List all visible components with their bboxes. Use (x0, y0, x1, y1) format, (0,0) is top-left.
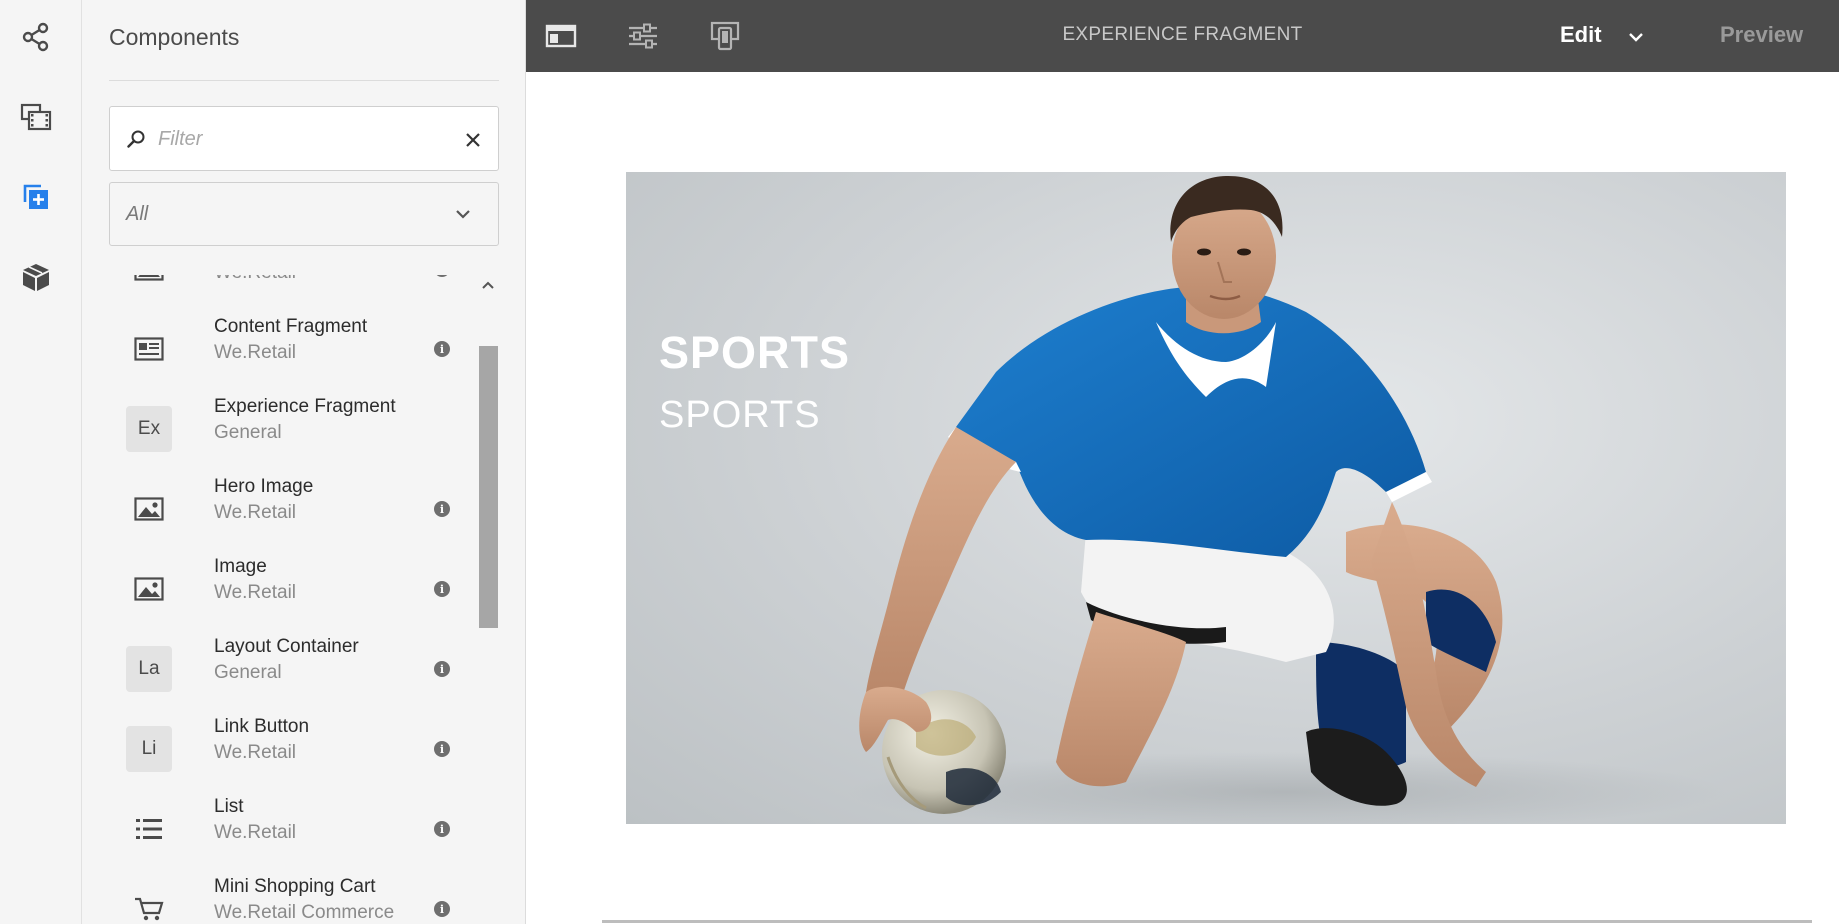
component-list[interactable]: Image SpaWe.RetailiContent FragmentWe.Re… (82, 275, 526, 924)
component-name: List (214, 796, 244, 817)
assets-icon (20, 103, 52, 131)
component-group: We.Retail (214, 275, 296, 284)
component-name: Layout Container (214, 636, 359, 657)
component-list-item[interactable]: La Layout Container General i (82, 630, 482, 710)
component-group: General (214, 662, 282, 683)
component-name: Hero Image (214, 476, 314, 497)
hero-image-component[interactable]: SPORTS SPORTS (626, 172, 1786, 824)
chevron-down-icon (454, 205, 472, 228)
component-group: General (214, 422, 282, 443)
scrollbar-thumb[interactable] (479, 346, 498, 628)
component-group: We.Retail Commerce (214, 902, 395, 923)
component-list-item[interactable]: Content Fragment We.Retail i (82, 310, 482, 390)
content-tree-icon (23, 264, 49, 291)
component-group-select[interactable]: All (109, 182, 499, 246)
info-icon[interactable]: i (434, 275, 450, 277)
info-icon[interactable]: i (434, 821, 450, 837)
component-name: Content Fragment (214, 316, 368, 337)
component-name: Experience Fragment (214, 396, 396, 417)
search-icon (126, 129, 146, 154)
component-abbreviation-badge: La (126, 646, 172, 692)
panel-title: Components (109, 24, 240, 50)
filter-input[interactable] (158, 121, 438, 157)
share-icon (22, 22, 49, 52)
component-list-item[interactable]: Mini Shopping Cart We.Retail Commerce i (82, 870, 482, 924)
scroll-up-button[interactable] (478, 275, 498, 295)
component-name: Link Button (214, 716, 310, 737)
close-icon (466, 133, 480, 147)
chevron-up-icon (482, 281, 494, 289)
image-icon (126, 275, 172, 292)
info-icon[interactable]: i (434, 501, 450, 517)
component-group: We.Retail (214, 742, 297, 763)
editor-canvas: SPORTS SPORTS (526, 72, 1839, 924)
chevron-down-icon[interactable] (1628, 30, 1644, 48)
component-list-item[interactable]: List We.Retail i (82, 790, 482, 870)
component-group: We.Retail (214, 502, 297, 523)
components-icon (23, 184, 48, 209)
hero-title: SPORTS (659, 327, 851, 378)
components-panel: Components All (82, 0, 526, 924)
rail-assets-button[interactable] (16, 97, 56, 137)
clear-filter-button[interactable] (462, 129, 484, 151)
component-list-item[interactable]: Image SpaWe.Retaili (82, 275, 482, 310)
component-abbreviation-badge: Ex (126, 406, 172, 452)
component-name: Image (214, 556, 267, 577)
app-window: Components All (0, 0, 1839, 924)
mode-selector-button[interactable]: Edit (1560, 22, 1602, 48)
info-icon[interactable]: i (434, 341, 450, 357)
info-icon[interactable]: i (434, 581, 450, 597)
component-list-item[interactable]: Ex Experience Fragment General (82, 390, 482, 470)
image-icon (126, 566, 172, 612)
info-icon[interactable]: i (434, 661, 450, 677)
component-list-item[interactable]: Hero Image We.Retail i (82, 470, 482, 550)
rail-components-button[interactable] (16, 177, 56, 217)
filter-field (109, 106, 499, 171)
hero-photo (846, 175, 1726, 824)
component-group: We.Retail (214, 582, 297, 603)
component-abbreviation-badge: Li (126, 726, 172, 772)
editor-toolbar: EXPERIENCE FRAGMENT Edit Preview (526, 0, 1839, 72)
rail-content-tree-button[interactable] (16, 257, 56, 297)
cart-icon (126, 886, 172, 924)
list-icon (126, 806, 172, 852)
info-icon[interactable]: i (434, 741, 450, 757)
component-list-item[interactable]: Li Link Button We.Retail i (82, 710, 482, 790)
component-group-value: All (126, 203, 149, 225)
rail-share-button[interactable] (16, 17, 56, 57)
content-fragment-icon (126, 326, 172, 372)
preview-button[interactable]: Preview (1720, 22, 1803, 48)
component-name: Mini Shopping Cart (214, 876, 376, 897)
component-list-item[interactable]: Image We.Retail i (82, 550, 482, 630)
image-icon (126, 486, 172, 532)
component-group: We.Retail (214, 822, 297, 843)
component-group: We.Retail (214, 342, 297, 363)
canvas-divider (602, 920, 1812, 923)
hero-subtitle: SPORTS (659, 394, 821, 436)
side-rail (0, 0, 82, 924)
info-icon[interactable]: i (434, 901, 450, 917)
panel-divider (109, 80, 499, 81)
